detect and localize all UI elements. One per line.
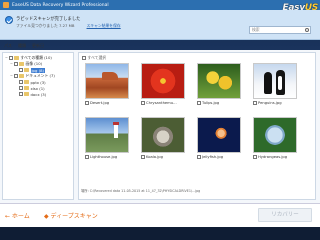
recover-button[interactable]: リカバリー: [258, 208, 312, 222]
file-checkbox[interactable]: [85, 101, 89, 105]
file-checkbox[interactable]: [253, 155, 257, 159]
file-thumbnail[interactable]: Penguins.jpg: [253, 63, 297, 105]
file-thumbnail[interactable]: Jellyfish.jpg: [197, 117, 241, 159]
thumbnail-image: [197, 63, 241, 99]
tree-checkbox[interactable]: [19, 92, 23, 96]
scan-complete-icon: [5, 16, 13, 24]
tree-checkbox[interactable]: [19, 86, 23, 90]
file-grid: すべて選択 Desert.jpg Chrysanthemu... Tulips.jp…: [78, 52, 316, 200]
folder-icon: [24, 80, 29, 84]
file-thumbnail[interactable]: Desert.jpg: [85, 63, 129, 105]
file-name: Lighthouse.jpg: [90, 155, 118, 159]
file-type-tree: − すべての種類 (10) − 画像 (10) jpg (8) − ドキュメント (7) pp…: [2, 52, 74, 200]
tree-item-label: xlsx (1): [30, 85, 45, 91]
tab-path[interactable]: パス: [4, 43, 12, 49]
tree-item[interactable]: docx (3): [5, 91, 71, 97]
file-name: Hydrangeas.jpg: [258, 155, 288, 159]
status-line: 場所: C:\Recovered data 11-05-2015 at 11_4…: [81, 189, 201, 193]
thumbnail-image: [197, 117, 241, 153]
tree-toggle-icon[interactable]: −: [10, 62, 13, 66]
desktop: EaseUS Data Recovery Wizard Professional…: [0, 0, 320, 240]
file-name: Tulips.jpg: [202, 101, 220, 105]
thumbnail-caption: Tulips.jpg: [197, 101, 241, 105]
file-checkbox[interactable]: [197, 101, 201, 105]
thumbnail-caption: Lighthouse.jpg: [85, 155, 129, 159]
title-bar: EaseUS Data Recovery Wizard Professional: [0, 0, 320, 10]
view-tabs: パス 種類 更新日: [4, 43, 44, 49]
file-checkbox[interactable]: [197, 155, 201, 159]
tree-checkbox[interactable]: [9, 56, 13, 60]
file-thumbnail[interactable]: Koala.jpg: [141, 117, 185, 159]
tree-item-label: pptx (3): [30, 79, 46, 85]
tree-toggle-icon[interactable]: −: [10, 74, 13, 78]
save-results-link[interactable]: スキャン結果を保存: [87, 23, 121, 29]
main-content: − すべての種類 (10) − 画像 (10) jpg (8) − ドキュメント (7) pp…: [0, 50, 320, 203]
tree-checkbox[interactable]: [14, 74, 18, 78]
folder-icon: [19, 74, 24, 78]
tree-checkbox[interactable]: [14, 62, 18, 66]
thumbnail-caption: Jellyfish.jpg: [197, 155, 241, 159]
thumbnail-image: [85, 117, 129, 153]
thumbnail-image: [253, 117, 297, 153]
folder-icon: [19, 62, 24, 66]
tree-item-label: docx (3): [30, 91, 47, 97]
file-thumbnail[interactable]: Lighthouse.jpg: [85, 117, 129, 159]
scan-status: ラピッドスキャンが完了しました: [16, 17, 81, 22]
tree-item-label: jpg (8): [30, 67, 45, 73]
file-checkbox[interactable]: [253, 101, 257, 105]
folder-icon: [24, 68, 29, 72]
folder-icon: [14, 56, 19, 60]
tree-checkbox[interactable]: [19, 68, 23, 72]
file-checkbox[interactable]: [141, 101, 145, 105]
thumbnail-image: [141, 63, 185, 99]
thumbnail-image: [253, 63, 297, 99]
footer-bar: ← ホーム ◆ ディープスキャン リカバリー: [0, 203, 320, 227]
app-window: EaseUS Data Recovery Wizard Professional…: [0, 0, 320, 240]
thumbnail-caption: Desert.jpg: [85, 101, 129, 105]
tree-item-label: ドキュメント (7): [25, 73, 55, 78]
tree-checkbox[interactable]: [19, 80, 23, 84]
tab-modified[interactable]: 更新日: [32, 43, 44, 49]
file-thumbnail[interactable]: Tulips.jpg: [197, 63, 241, 105]
file-checkbox[interactable]: [141, 155, 145, 159]
home-button[interactable]: ← ホーム: [5, 211, 30, 220]
file-thumbnail[interactable]: Hydrangeas.jpg: [253, 117, 297, 159]
file-name: Desert.jpg: [90, 101, 110, 105]
thumbnail-image: [85, 63, 129, 99]
thumbnail-caption: Koala.jpg: [141, 155, 185, 159]
file-checkbox[interactable]: [85, 155, 89, 159]
folder-icon: [24, 92, 29, 96]
file-name: Jellyfish.jpg: [202, 155, 224, 159]
search-input[interactable]: 検索: [249, 26, 311, 34]
scan-summary: ファイル見つかりました 7.27 MB: [16, 23, 75, 28]
select-all-label: すべて選択: [87, 55, 107, 60]
select-all-row[interactable]: すべて選択: [82, 55, 106, 61]
select-all-checkbox[interactable]: [82, 56, 86, 60]
thumbnail-caption: Penguins.jpg: [253, 101, 297, 105]
deep-scan-button[interactable]: ◆ ディープスキャン: [44, 211, 98, 220]
search-icon[interactable]: [305, 28, 309, 32]
taskbar: [0, 227, 320, 240]
thumbnail-image: [141, 117, 185, 153]
tree-toggle-icon[interactable]: −: [5, 56, 8, 60]
app-logo-icon: [3, 2, 9, 8]
search-placeholder: 検索: [252, 27, 260, 32]
file-name: Chrysanthemu...: [146, 101, 177, 105]
file-name: Koala.jpg: [146, 155, 163, 159]
file-name: Penguins.jpg: [258, 101, 282, 105]
folder-icon: [24, 86, 29, 90]
tree-item-label: 画像 (10): [25, 61, 43, 66]
thumbnail-caption: Chrysanthemu...: [141, 101, 185, 105]
thumbnail-caption: Hydrangeas.jpg: [253, 155, 297, 159]
tab-type[interactable]: 種類: [18, 43, 26, 49]
file-thumbnail[interactable]: Chrysanthemu...: [141, 63, 185, 105]
scan-summary-row: ファイル見つかりました 7.27 MB スキャン結果を保存: [16, 23, 121, 29]
